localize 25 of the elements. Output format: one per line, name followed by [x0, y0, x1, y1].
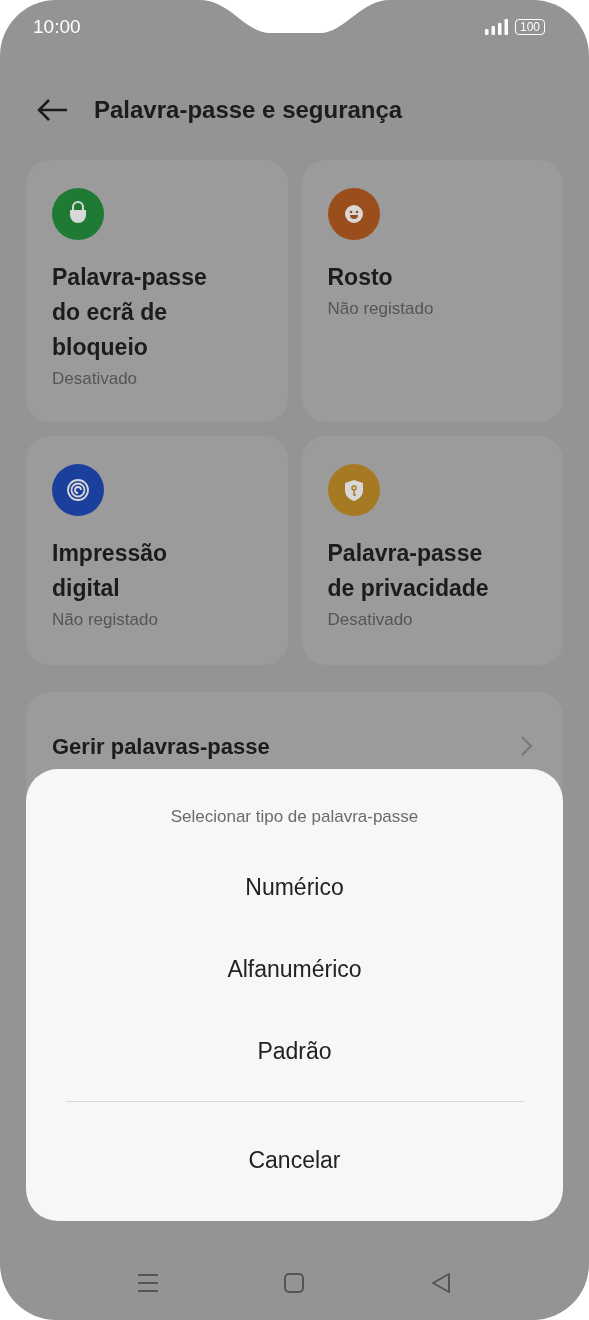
card-title: Impressão digital [52, 539, 169, 603]
back-arrow-icon[interactable] [37, 99, 68, 121]
sheet-option[interactable]: Padrão [26, 1009, 563, 1093]
card-title: Palavra-passe de privacidade [327, 539, 490, 603]
cancel-button[interactable]: Cancelar [26, 1102, 563, 1218]
card-status: Desativado [327, 609, 414, 631]
card-title: Palavra-passe do ecrã de bloqueio [52, 263, 208, 362]
chevron-icon [521, 736, 533, 756]
card-title: Rosto [327, 263, 394, 292]
back-icon[interactable] [430, 1273, 451, 1293]
security-card[interactable]: Rosto Não registado [301, 160, 563, 422]
menu-icon[interactable] [138, 1273, 159, 1293]
security-card[interactable]: Impressão digital Não registado [26, 436, 288, 665]
sheet-option[interactable]: Alfanumérico [26, 927, 563, 1011]
status-time: 10:00 [33, 17, 81, 36]
security-card[interactable]: Palavra-passe do ecrã de bloqueio Desativado [26, 160, 288, 422]
sheet-option[interactable]: Numérico [26, 845, 563, 929]
security-card[interactable]: Palavra-passe de privacidade Desativado [301, 436, 563, 665]
card-status: Não registado [52, 609, 159, 631]
signal-icon [484, 18, 509, 35]
battery-indicator: 100 [514, 18, 545, 35]
card-status: Não registado [327, 298, 435, 320]
page-title: Palavra-passe e segurança [94, 95, 403, 125]
home-icon[interactable] [284, 1273, 305, 1293]
card-status: Desativado [52, 368, 139, 390]
